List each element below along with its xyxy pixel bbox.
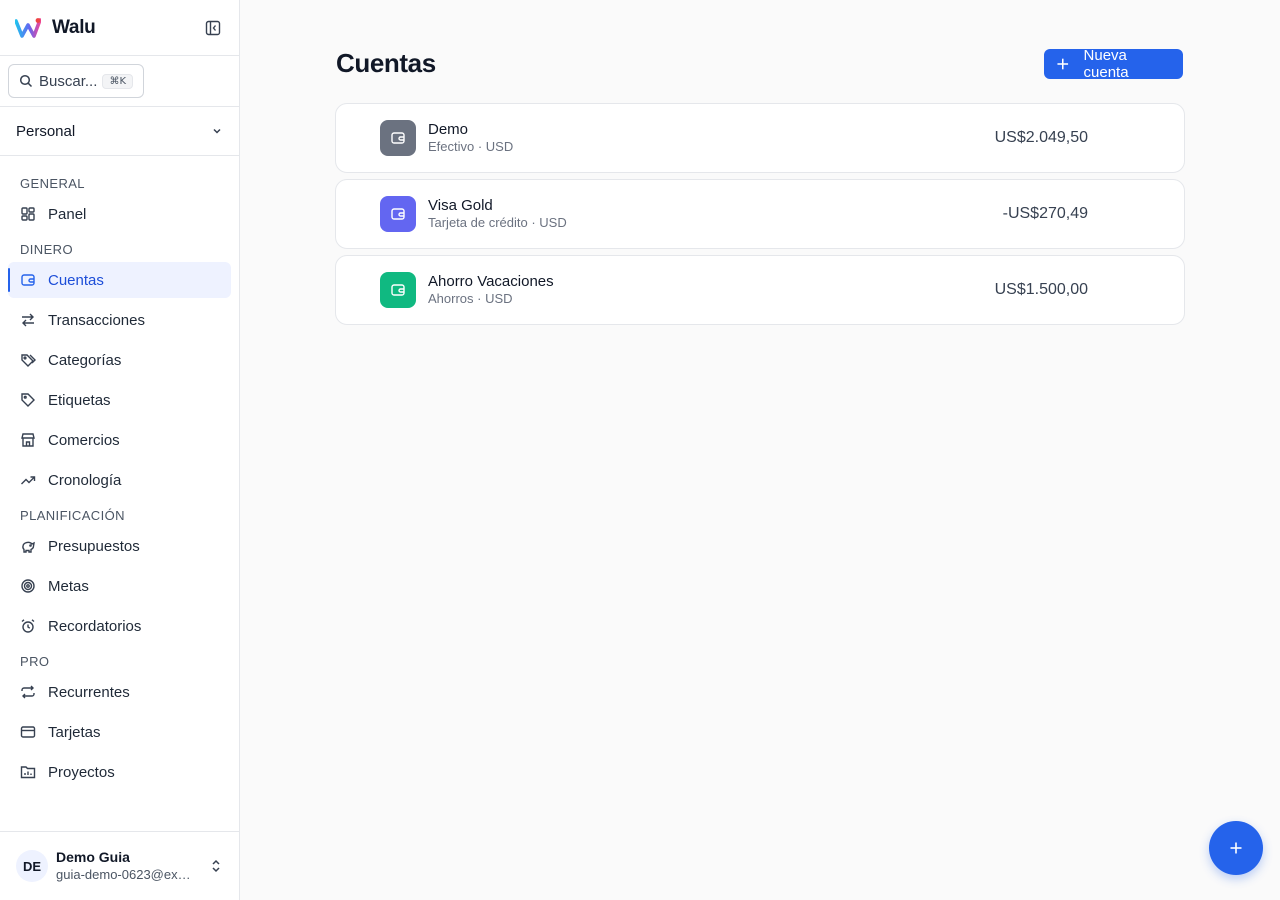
account-subtitle: Efectivo · USD xyxy=(428,139,514,154)
new-account-button[interactable]: Nueva cuenta xyxy=(1044,47,1183,81)
account-icon xyxy=(380,272,416,308)
piggy-bank-icon xyxy=(22,541,35,553)
chevrons-up-down-icon xyxy=(212,859,220,873)
account-icon xyxy=(380,196,416,232)
sidebar-item-etiquetas[interactable]: Etiquetas xyxy=(8,382,231,418)
sidebar-item-transacciones[interactable]: Transacciones xyxy=(8,302,231,338)
wallet-icon xyxy=(21,274,35,286)
wallet-icon xyxy=(391,208,405,220)
sidebar-item-label: Cronología xyxy=(48,471,122,489)
account-card-ahorro-vacaciones[interactable]: Ahorro Vacaciones Ahorros · USD US$1.500… xyxy=(335,255,1185,325)
account-name: Visa Gold xyxy=(428,197,493,214)
search-input[interactable]: Buscar... ⌘K xyxy=(8,64,144,98)
sidebar-item-recordatorios[interactable]: Recordatorios xyxy=(8,608,231,644)
main-content: Cuentas Nueva cuenta Demo Efectivo · USD… xyxy=(240,0,1280,900)
repeat-icon xyxy=(21,685,35,699)
account-balance: US$2.049,50 xyxy=(994,129,1088,146)
workspace-selector[interactable]: Personal xyxy=(0,107,239,156)
sidebar-item-categorias[interactable]: Categorías xyxy=(8,342,231,378)
sidebar-item-label: Recordatorios xyxy=(48,617,142,635)
plus-icon xyxy=(1230,842,1242,854)
sidebar-item-metas[interactable]: Metas xyxy=(8,568,231,604)
sidebar-item-recurrentes[interactable]: Recurrentes xyxy=(8,674,231,710)
section-label-pro: PRO xyxy=(20,653,50,669)
search-shortcut-badge: ⌘K xyxy=(102,73,133,89)
avatar: DE xyxy=(16,850,48,882)
account-text: Visa Gold Tarjeta de crédito · USD xyxy=(428,197,1003,231)
section-label-dinero: DINERO xyxy=(20,241,73,257)
tags-icon xyxy=(21,354,36,367)
sidebar-item-label: Etiquetas xyxy=(48,391,111,409)
account-balance: US$1.500,00 xyxy=(994,281,1088,298)
user-menu[interactable]: DE Demo Guia guia-demo-0623@example.com xyxy=(0,831,239,900)
search-area: Buscar... ⌘K xyxy=(0,56,239,107)
arrows-left-right-icon xyxy=(22,313,34,327)
account-name: Ahorro Vacaciones xyxy=(428,273,554,290)
search-placeholder: Buscar... xyxy=(39,72,98,90)
brand-header: Walu xyxy=(0,0,239,56)
chevron-down-icon xyxy=(213,128,221,134)
sidebar-item-comercios[interactable]: Comercios xyxy=(8,422,231,458)
section-label-general: GENERAL xyxy=(20,175,85,191)
sidebar-item-label: Proyectos xyxy=(48,763,115,781)
user-info: Demo Guia guia-demo-0623@example.com xyxy=(56,849,209,883)
sidebar-item-label: Cuentas xyxy=(48,271,104,289)
sidebar-item-panel[interactable]: Panel xyxy=(8,196,231,232)
app-name: Walu xyxy=(52,16,96,38)
sidebar-item-label: Recurrentes xyxy=(48,683,130,701)
grid-icon xyxy=(21,207,35,221)
section-label-planificacion: PLANIFICACIÓN xyxy=(20,507,125,523)
wallet-icon xyxy=(391,132,405,144)
sidebar-item-label: Metas xyxy=(48,577,89,595)
account-list: Demo Efectivo · USD US$2.049,50 Visa Gol… xyxy=(335,103,1185,331)
account-text: Ahorro Vacaciones Ahorros · USD xyxy=(428,273,995,307)
store-icon xyxy=(21,433,35,447)
sidebar-item-tarjetas[interactable]: Tarjetas xyxy=(8,714,231,750)
plus-icon xyxy=(1057,58,1069,70)
sidebar-item-label: Presupuestos xyxy=(48,537,140,555)
target-icon xyxy=(21,579,35,593)
sidebar-item-presupuestos[interactable]: Presupuestos xyxy=(8,528,231,564)
wallet-icon xyxy=(391,284,405,296)
sidebar-item-label: Panel xyxy=(48,205,87,223)
sidebar-item-label: Categorías xyxy=(48,351,122,369)
sidebar-nav: GENERAL Panel DINERO Cuentas Transaccion… xyxy=(0,156,239,790)
user-email: guia-demo-0623@example.com xyxy=(56,867,196,882)
sidebar-item-cuentas[interactable]: Cuentas xyxy=(8,262,231,298)
account-card-visa-gold[interactable]: Visa Gold Tarjeta de crédito · USD -US$2… xyxy=(335,179,1185,249)
panel-left-icon xyxy=(205,20,221,35)
alarm-clock-icon xyxy=(21,619,35,633)
account-subtitle: Tarjeta de crédito · USD xyxy=(428,215,567,230)
quick-add-button[interactable] xyxy=(1209,821,1263,875)
page-title: Cuentas xyxy=(336,48,436,78)
walu-logo-icon xyxy=(15,17,41,38)
sidebar: Walu Buscar... ⌘K Personal GENERAL Panel… xyxy=(0,0,240,900)
account-card-demo[interactable]: Demo Efectivo · USD US$2.049,50 xyxy=(335,103,1185,173)
trending-up-icon xyxy=(21,476,36,485)
sidebar-item-label: Tarjetas xyxy=(48,723,101,741)
sidebar-item-cronologia[interactable]: Cronología xyxy=(8,462,231,498)
sidebar-item-label: Transacciones xyxy=(48,311,145,329)
sidebar-item-proyectos[interactable]: Proyectos xyxy=(8,754,231,790)
search-icon xyxy=(19,74,33,88)
account-name: Demo xyxy=(428,121,469,138)
user-name: Demo Guia xyxy=(56,849,130,865)
account-icon xyxy=(380,120,416,156)
workspace-label: Personal xyxy=(16,122,76,140)
account-text: Demo Efectivo · USD xyxy=(428,121,995,155)
folder-chart-icon xyxy=(20,766,36,779)
new-account-label: Nueva cuenta xyxy=(1083,47,1129,81)
collapse-sidebar-button[interactable] xyxy=(202,17,224,39)
account-subtitle: Ahorros · USD xyxy=(428,291,513,306)
account-balance: -US$270,49 xyxy=(1002,205,1088,222)
tag-icon xyxy=(21,393,35,407)
sidebar-item-label: Comercios xyxy=(48,431,120,449)
credit-card-icon xyxy=(20,726,36,738)
